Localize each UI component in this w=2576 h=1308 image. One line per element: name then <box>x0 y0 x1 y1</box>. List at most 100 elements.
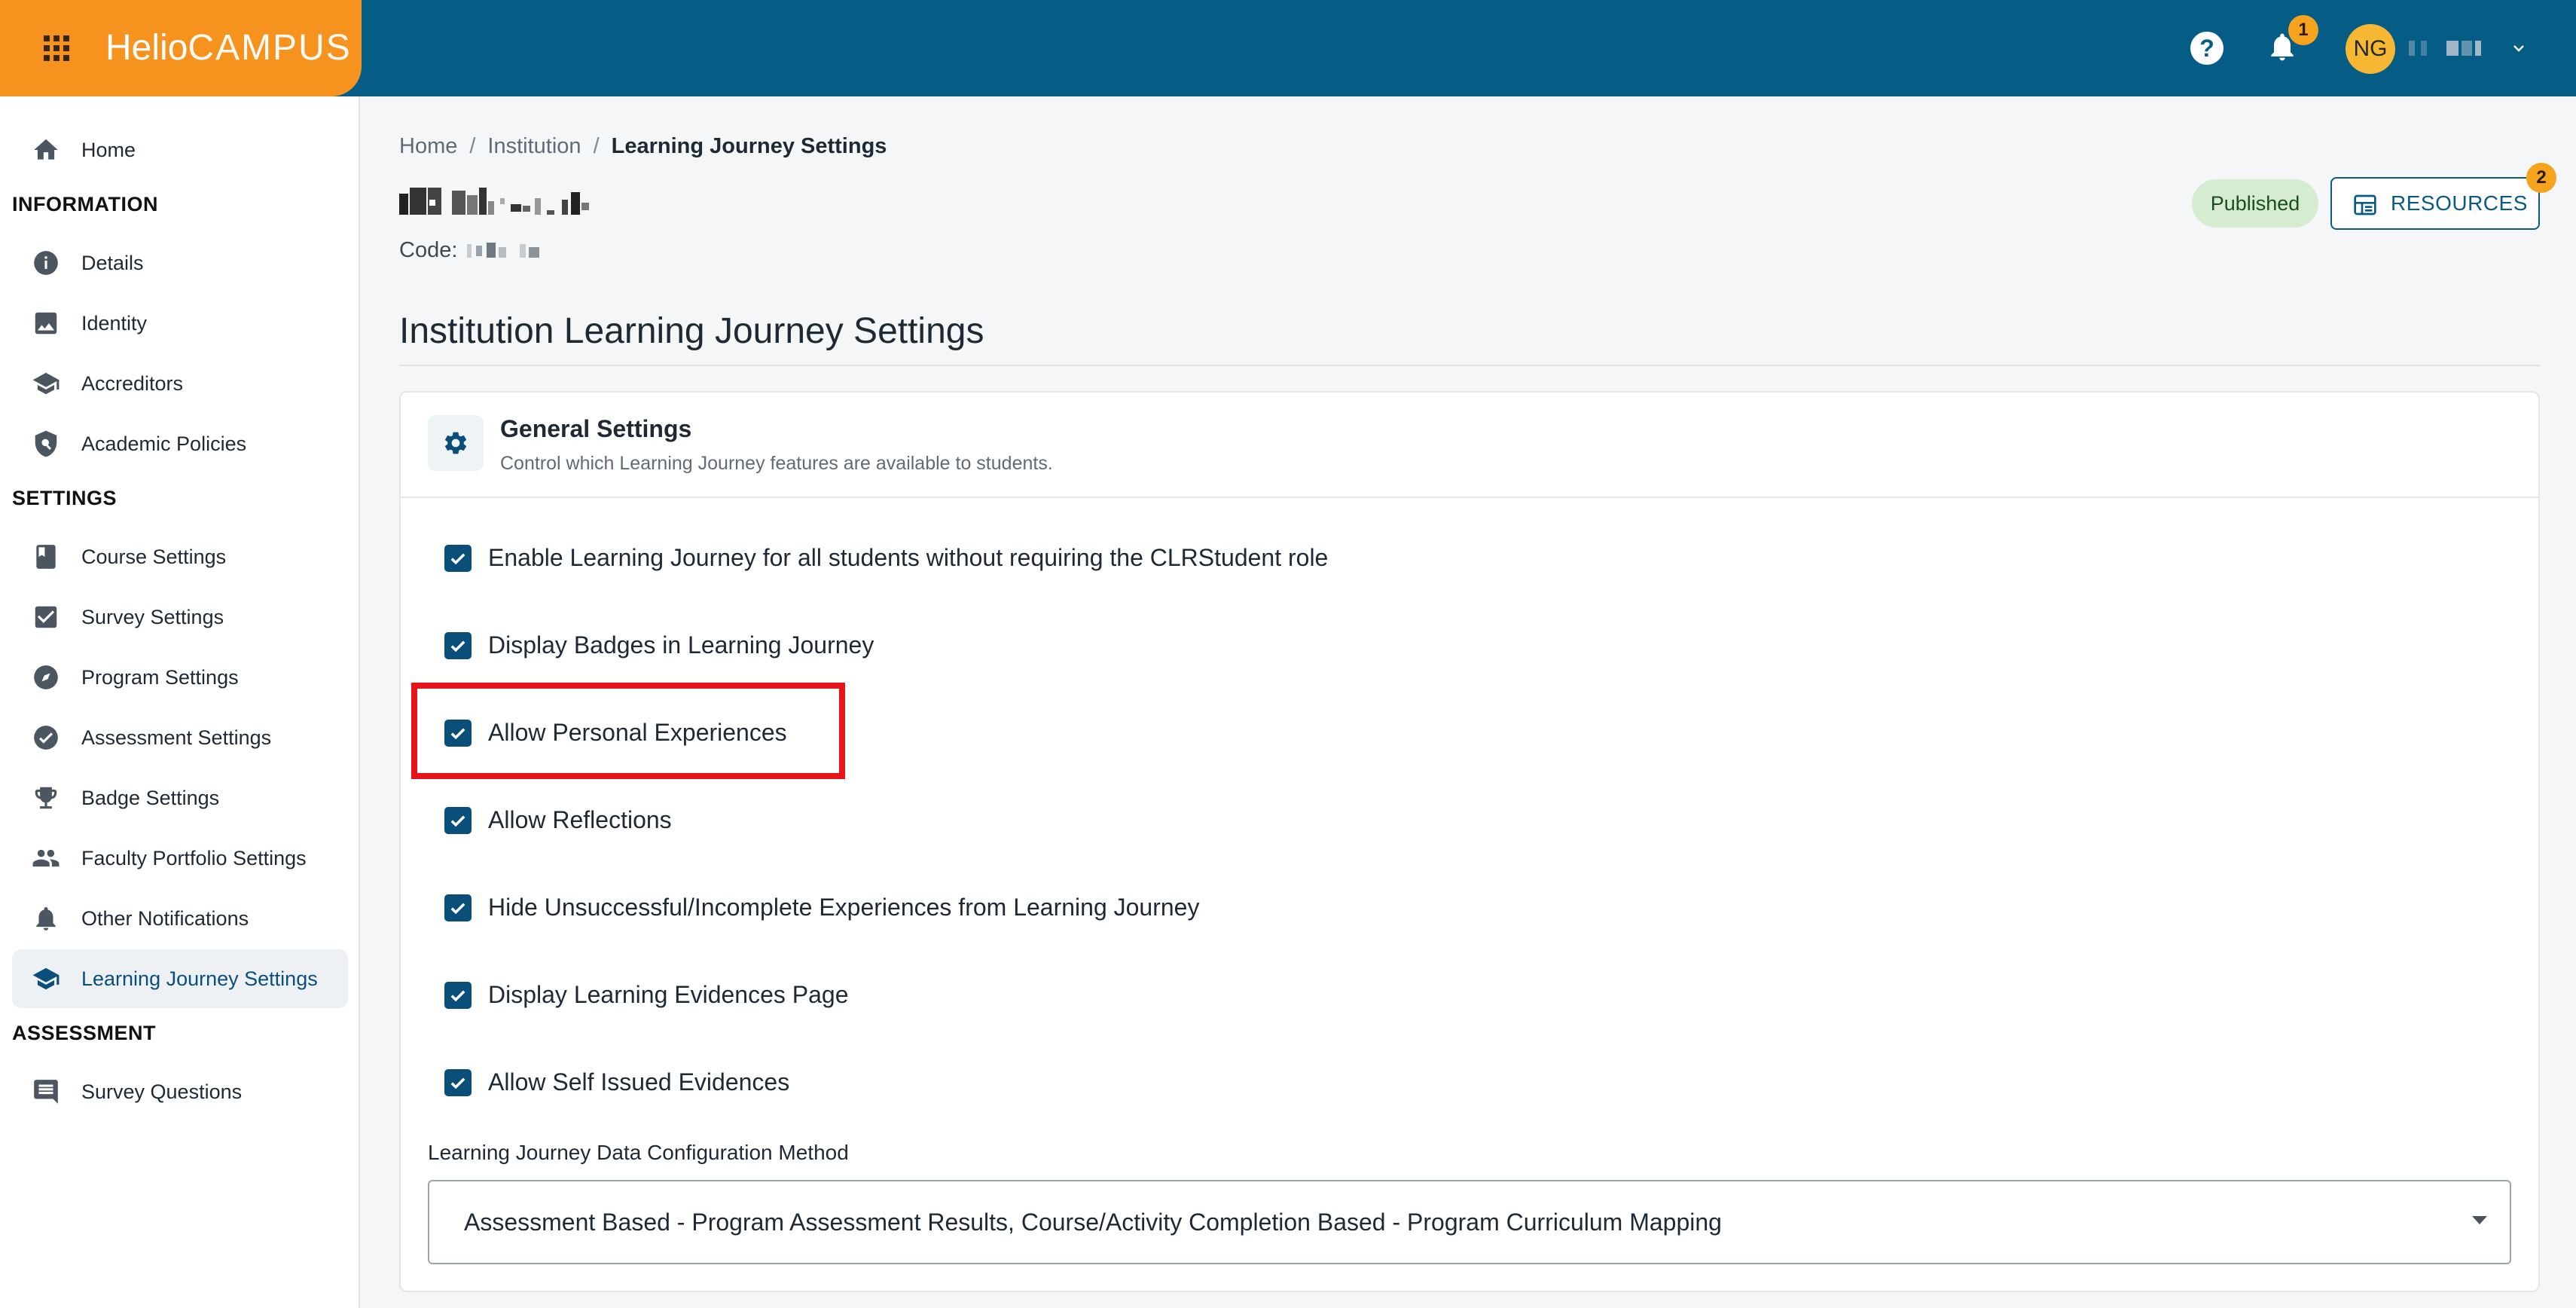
record-code-label: Code: <box>399 238 458 262</box>
info-icon <box>34 251 58 275</box>
sidebar-item-other-notifications[interactable]: Other Notifications <box>12 889 348 948</box>
notifications-count-badge: 1 <box>2288 15 2318 45</box>
record-code-redacted <box>467 243 539 258</box>
user-name-redacted[interactable] <box>2409 41 2492 56</box>
breadcrumb-separator: / <box>593 134 600 158</box>
sidebar-section-assessment: ASSESSMENT <box>12 1022 157 1044</box>
resources-button-label: RESOURCES <box>2391 191 2528 215</box>
settings-icon-container <box>428 415 484 471</box>
sidebar-item-label: Assessment Settings <box>81 726 272 749</box>
sidebar-item-label: Academic Policies <box>81 432 247 455</box>
card-subtitle: Control which Learning Journey features … <box>500 453 1053 474</box>
check-icon <box>450 815 465 827</box>
sidebar-item-label: Other Notifications <box>81 907 249 930</box>
option-label: Enable Learning Journey for all students… <box>488 544 1329 571</box>
checkbox-checked[interactable] <box>444 1069 472 1096</box>
page-title: Institution Learning Journey Settings <box>399 311 984 351</box>
sidebar-item-identity[interactable]: Identity <box>12 294 348 353</box>
graduation-cap-icon <box>32 372 60 395</box>
checkbox-checked[interactable] <box>444 807 472 834</box>
check-icon <box>450 990 465 1002</box>
sidebar-item-badge-settings[interactable]: Badge Settings <box>12 769 348 827</box>
resources-button[interactable]: RESOURCES <box>2330 177 2540 230</box>
breadcrumb-institution[interactable]: Institution <box>487 134 581 158</box>
sidebar-item-details[interactable]: Details <box>12 234 348 292</box>
comment-icon <box>34 1080 58 1104</box>
check-square-icon <box>35 606 57 628</box>
image-icon <box>35 312 57 335</box>
status-badge: Published <box>2192 179 2318 228</box>
sidebar-section-information: INFORMATION <box>12 193 158 215</box>
option-label: Allow Reflections <box>488 806 672 833</box>
book-icon <box>36 545 56 569</box>
checkbox-checked[interactable] <box>444 632 472 659</box>
logo-part-1: Helio <box>105 28 188 68</box>
dropdown-arrow-icon <box>2472 1216 2487 1224</box>
check-icon <box>450 553 465 565</box>
highlight-annotation-box <box>411 683 845 779</box>
sidebar-item-label: Home <box>81 139 136 161</box>
resources-count-badge: 2 <box>2526 163 2556 193</box>
option-label: Display Badges in Learning Journey <box>488 631 874 659</box>
check-icon <box>450 903 465 915</box>
shield-search-icon <box>35 430 57 457</box>
compass-icon <box>34 665 58 689</box>
sidebar-item-program-settings[interactable]: Program Settings <box>12 648 348 707</box>
breadcrumb-current: Learning Journey Settings <box>611 134 887 158</box>
sidebar-item-academic-policies[interactable]: Academic Policies <box>12 414 348 473</box>
sidebar-item-label: Accreditors <box>81 372 184 395</box>
sidebar-item-label: Survey Questions <box>81 1080 243 1103</box>
apps-grid-icon[interactable] <box>44 35 69 61</box>
sidebar-section-settings: SETTINGS <box>12 487 118 509</box>
card-title: General Settings <box>500 415 692 442</box>
logo[interactable]: HelioCAMPUS <box>105 27 352 69</box>
option-label: Display Learning Evidences Page <box>488 981 849 1008</box>
sidebar-item-label: Faculty Portfolio Settings <box>81 847 307 869</box>
home-icon <box>34 139 58 160</box>
option-label: Allow Self Issued Evidences <box>488 1068 790 1096</box>
sidebar-item-assessment-settings[interactable]: Assessment Settings <box>12 708 348 767</box>
config-method-select[interactable]: Assessment Based - Program Assessment Re… <box>428 1180 2511 1264</box>
sidebar-item-label: Details <box>81 252 144 274</box>
graduation-cap-icon <box>32 967 60 990</box>
sidebar-item-label: Program Settings <box>81 666 239 689</box>
divider <box>399 365 2540 366</box>
top-bar: HelioCAMPUS ? 1 NG <box>0 0 2576 96</box>
sidebar-item-home[interactable]: Home <box>12 121 348 179</box>
checkbox-checked[interactable] <box>444 894 472 921</box>
bell-icon <box>36 906 56 931</box>
breadcrumb: Home / Institution / Learning Journey Settin… <box>399 134 887 159</box>
breadcrumb-home[interactable]: Home <box>399 134 457 158</box>
chevron-down-icon[interactable] <box>2510 39 2528 57</box>
config-method-value: Assessment Based - Program Assessment Re… <box>464 1209 1722 1236</box>
trophy-icon <box>35 787 57 809</box>
checkbox-checked[interactable] <box>444 545 472 572</box>
brand-area: HelioCAMPUS <box>0 0 362 96</box>
config-method-label: Learning Journey Data Configuration Meth… <box>428 1141 849 1164</box>
breadcrumb-separator: / <box>469 134 476 158</box>
card-header: General Settings Control which Learning … <box>401 393 2538 498</box>
option-label: Hide Unsuccessful/Incomplete Experiences… <box>488 894 1200 921</box>
record-title-redacted <box>399 188 589 215</box>
check-icon <box>450 1077 465 1089</box>
sidebar-item-label: Badge Settings <box>81 787 220 809</box>
sidebar-item-survey-settings[interactable]: Survey Settings <box>12 588 348 646</box>
logo-part-2: CAMPUS <box>188 28 352 68</box>
sidebar-item-faculty-portfolio-settings[interactable]: Faculty Portfolio Settings <box>12 829 348 888</box>
sidebar-item-learning-journey-settings[interactable]: Learning Journey Settings <box>12 949 348 1008</box>
sidebar-item-survey-questions[interactable]: Survey Questions <box>12 1062 348 1121</box>
sidebar-item-label: Learning Journey Settings <box>81 967 318 990</box>
sidebar: Home INFORMATION Details Identity Accred… <box>0 96 360 1308</box>
check-icon <box>450 640 465 652</box>
sidebar-item-label: Survey Settings <box>81 606 224 628</box>
user-avatar[interactable]: NG <box>2346 24 2395 74</box>
checkbox-checked[interactable] <box>444 982 472 1009</box>
people-icon <box>32 849 60 867</box>
sidebar-item-course-settings[interactable]: Course Settings <box>12 527 348 586</box>
sidebar-item-label: Identity <box>81 312 148 335</box>
check-circle-icon <box>34 726 58 750</box>
sidebar-item-label: Course Settings <box>81 546 227 568</box>
sidebar-item-accreditors[interactable]: Accreditors <box>12 354 348 413</box>
dashboard-icon <box>2354 194 2376 215</box>
help-circle-icon[interactable]: ? <box>2190 32 2223 65</box>
